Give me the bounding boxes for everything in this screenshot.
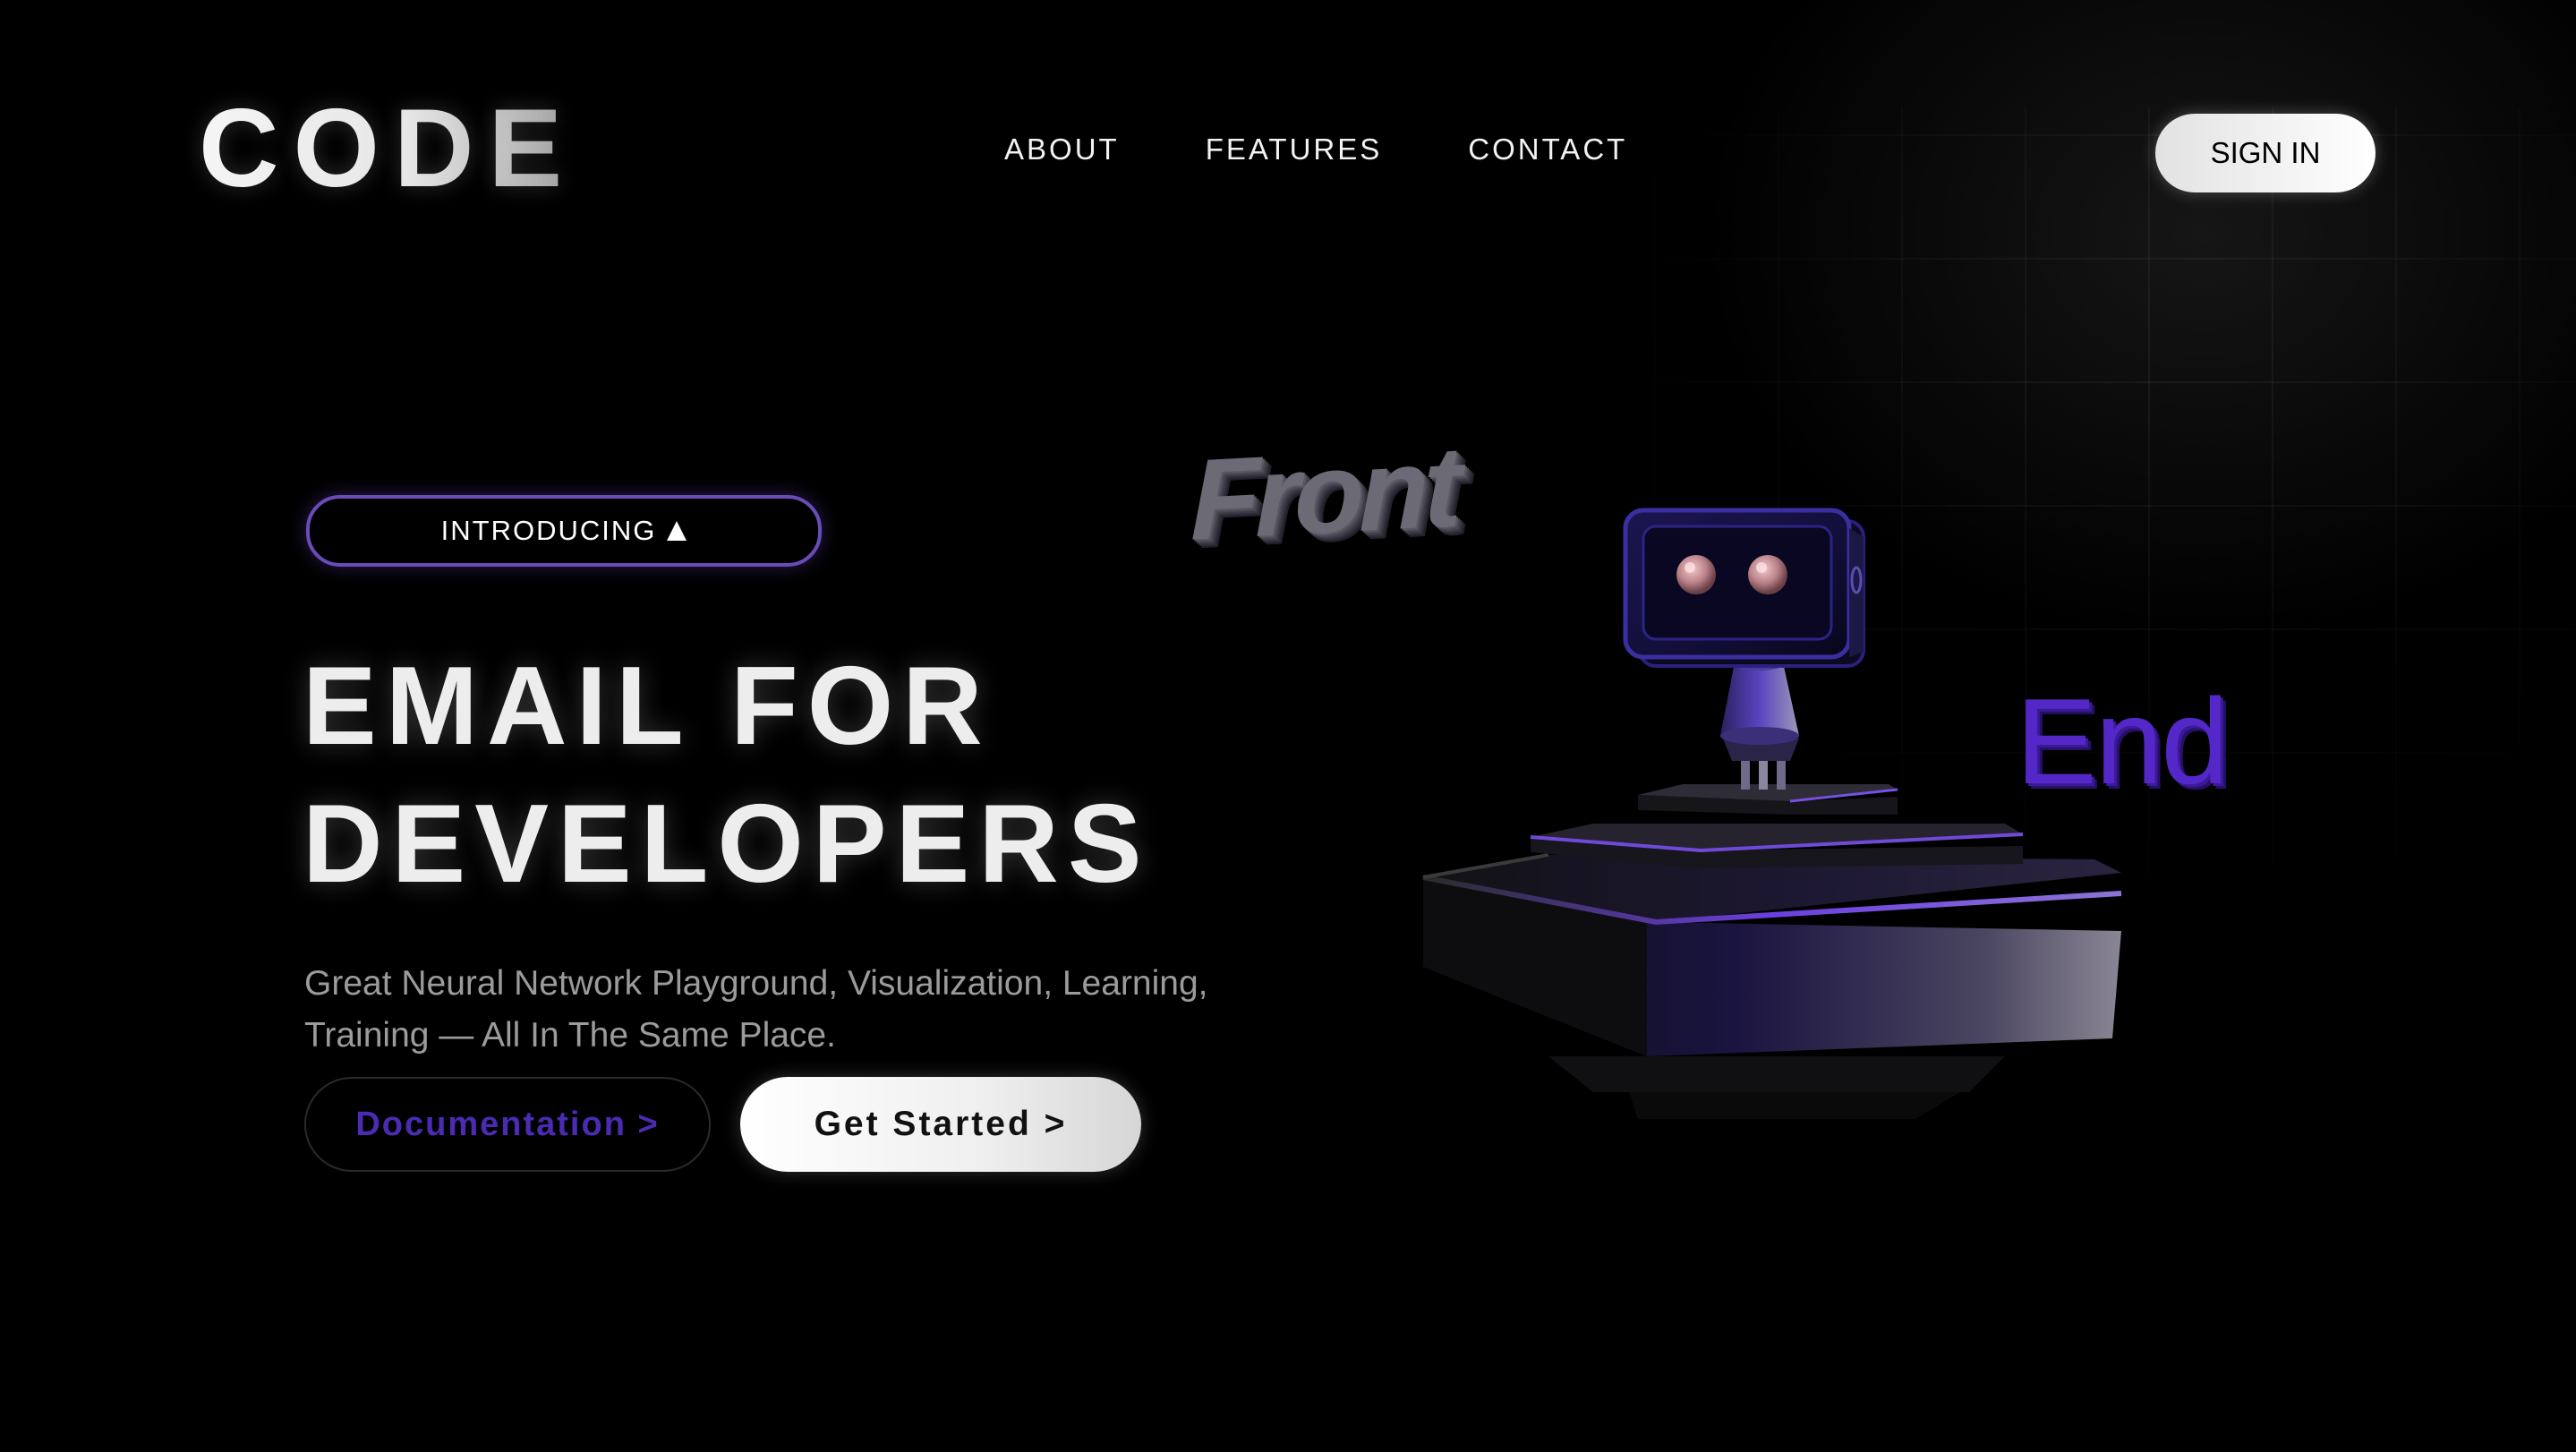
documentation-button[interactable]: Documentation > xyxy=(304,1077,711,1172)
top-nav: ABOUT FEATURES CONTACT xyxy=(1004,134,1713,164)
hero-subtitle: Great Neural Network Playground, Visuali… xyxy=(304,958,1361,1062)
nav-link-contact[interactable]: CONTACT xyxy=(1468,134,1627,164)
nav-link-features[interactable]: FEATURES xyxy=(1206,134,1383,164)
triangle-up-icon xyxy=(667,521,687,541)
hero-headline: EMAIL FOR DEVELOPERS xyxy=(303,637,1287,913)
landing-page: CODE ABOUT FEATURES CONTACT SIGN IN INTR… xyxy=(0,0,2576,1452)
end-3d-text: End xyxy=(2016,673,2229,809)
sign-in-button[interactable]: SIGN IN xyxy=(2155,114,2376,192)
logo[interactable]: CODE xyxy=(199,93,576,204)
introducing-badge[interactable]: INTRODUCING xyxy=(306,495,822,567)
get-started-button[interactable]: Get Started > xyxy=(740,1077,1141,1172)
subtitle-line-1: Great Neural Network Playground, Visuali… xyxy=(304,964,1208,1003)
introducing-badge-label: INTRODUCING xyxy=(440,515,657,546)
subtitle-line-2: Training — All In The Same Place. xyxy=(304,1016,836,1055)
nav-link-about[interactable]: ABOUT xyxy=(1004,134,1120,164)
headline-line-2: DEVELOPERS xyxy=(303,782,1151,906)
headline-line-1: EMAIL FOR xyxy=(303,645,992,768)
robot-on-pedestal-illustration xyxy=(1422,508,2122,1119)
